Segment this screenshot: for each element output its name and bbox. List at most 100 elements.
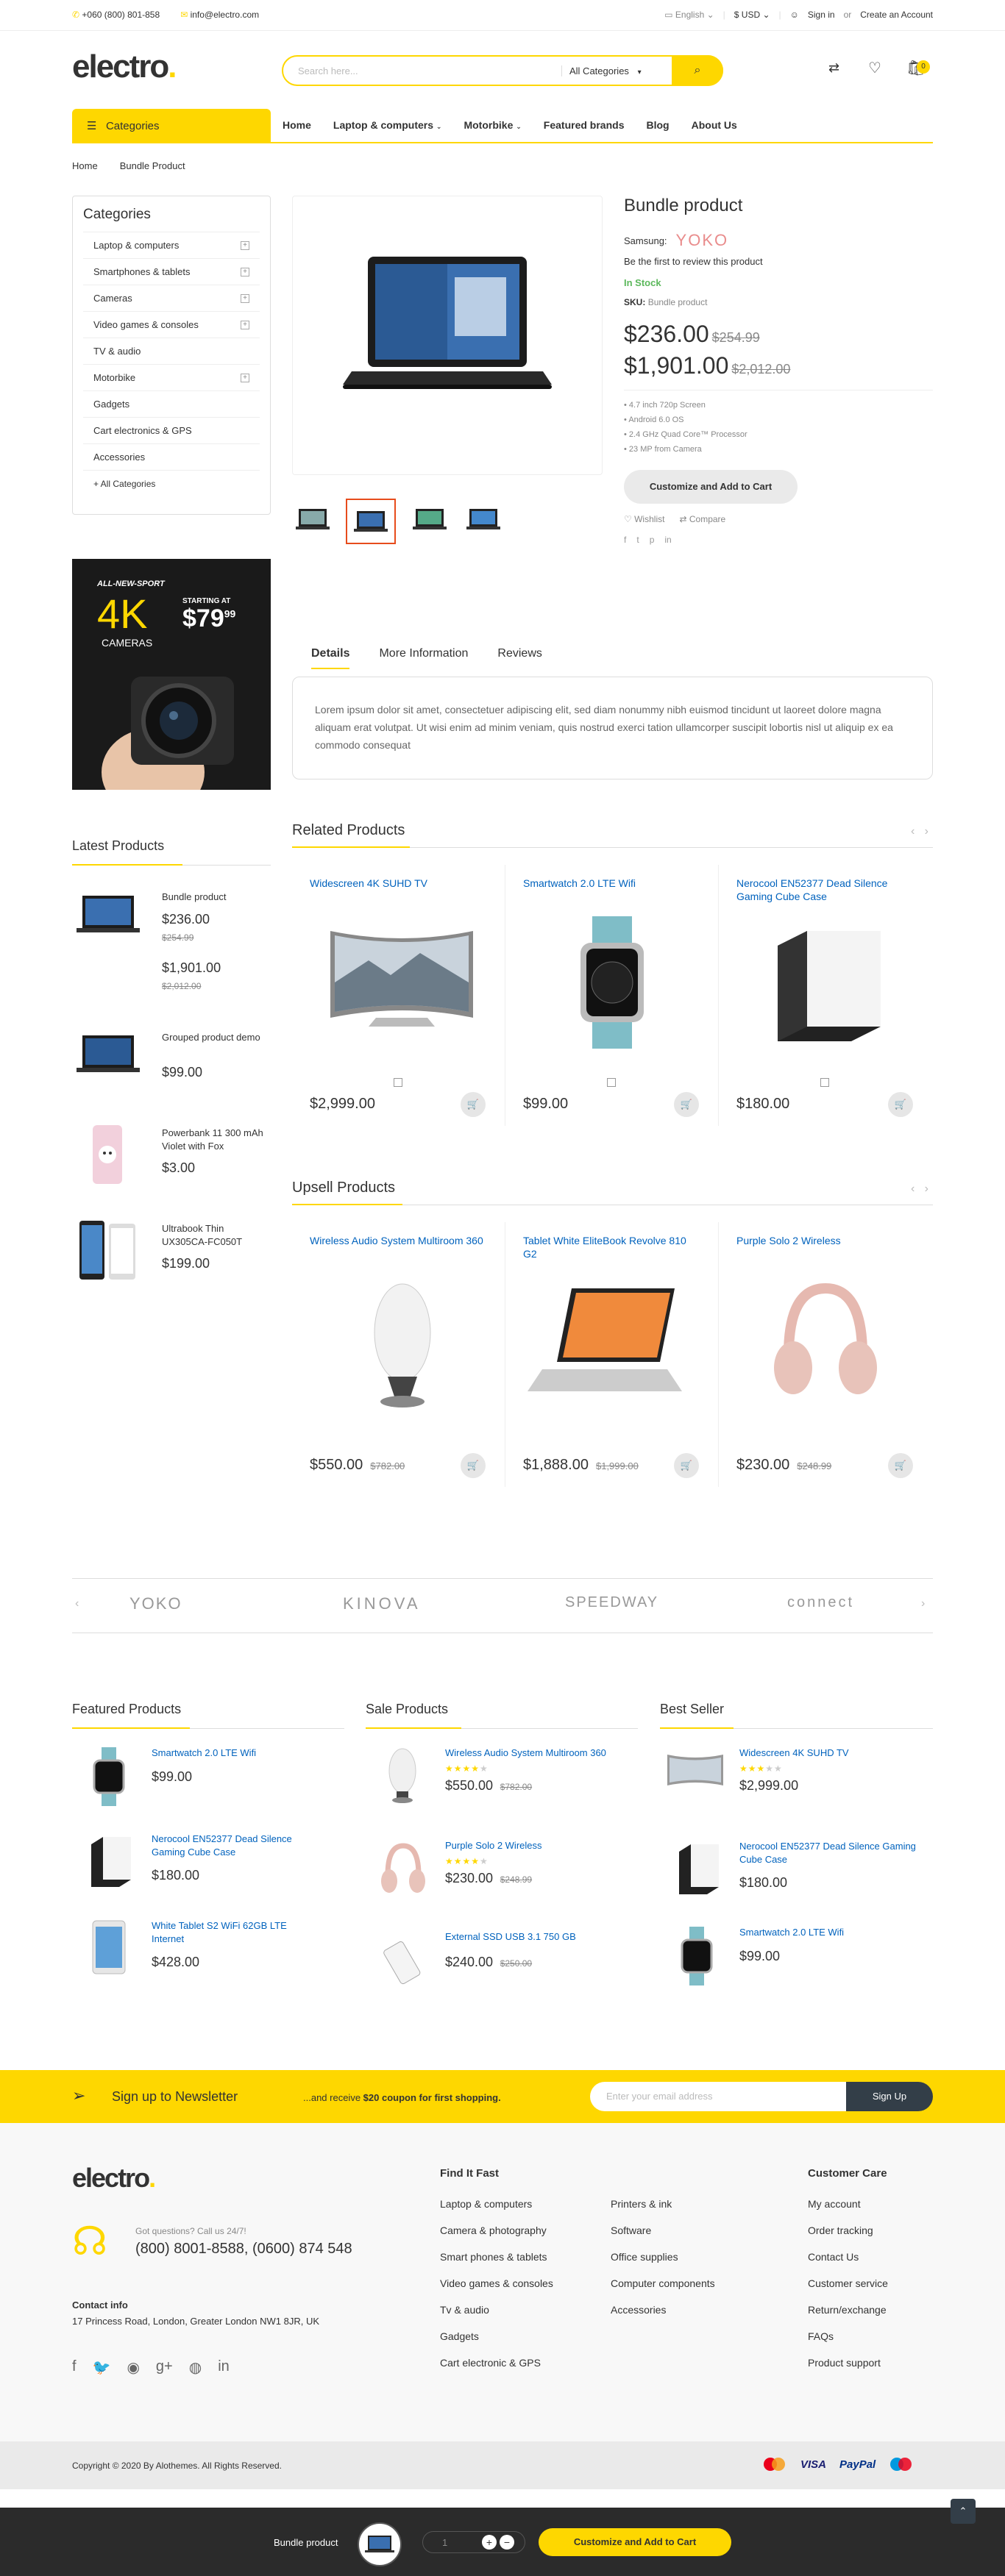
rss-icon[interactable]: ◉ [127,2358,139,2377]
sidebar-item-motorbike[interactable]: Motorbike + [83,364,260,390]
twitter-icon[interactable]: t [636,535,639,545]
nav-laptop[interactable]: Laptop & computers ⌄ [333,119,442,131]
add-to-cart-button[interactable]: 🛒 [674,1092,699,1117]
customize-add-to-cart-button[interactable]: Customize and Add to Cart [624,470,798,504]
sidebar-item-smartphones[interactable]: Smartphones & tablets + [83,258,260,285]
search-category-select[interactable]: All Categories ▾ [561,65,672,76]
language-select[interactable]: ▭ English ⌄ [664,10,714,20]
tab-more-info[interactable]: More Information [379,647,468,669]
tab-details[interactable]: Details [311,647,350,669]
footer-link[interactable]: Contact Us [808,2244,888,2270]
brand-logo[interactable]: YOKO [676,231,729,250]
brand-speedway[interactable]: SPEEDWAY [565,1594,658,1611]
sale-item-2[interactable]: Purple Solo 2 Wireless ★★★★★ $230.00 $24… [366,1835,638,1909]
search-input[interactable]: Search here... [283,65,561,76]
upsell-card-2[interactable]: Tablet White EliteBook Revolve 810 G2 $1… [505,1222,719,1487]
brand-yoko[interactable]: YOKO [129,1594,182,1613]
compare-checkbox[interactable] [607,1078,616,1087]
expand-icon[interactable]: + [241,373,249,382]
footer-link[interactable]: Tv & audio [440,2297,553,2323]
quantity-value[interactable]: 1 [442,2537,447,2548]
breadcrumb-home[interactable]: Home [72,160,98,171]
scroll-top-button[interactable]: ⌃ [951,2499,976,2524]
add-to-cart-button[interactable]: 🛒 [674,1453,699,1478]
thumbnail-4[interactable] [463,499,503,539]
product-name[interactable]: Purple Solo 2 Wireless [736,1234,913,1247]
create-account-link[interactable]: Create an Account [860,10,933,20]
categories-menu-button[interactable]: ☰ Categories [72,109,271,143]
footer-logo[interactable]: electro. [72,2163,156,2194]
footer-link[interactable]: Smart phones & tablets [440,2244,553,2270]
footer-link[interactable]: Camera & photography [440,2217,553,2244]
sidebar-all-categories[interactable]: + All Categories [83,470,260,496]
wishlist-link[interactable]: ♡ Wishlist [624,514,664,524]
chevron-right-icon[interactable]: › [925,825,928,838]
footer-link[interactable]: Accessories [611,2297,715,2323]
email-text[interactable]: info@electro.com [191,10,260,20]
sidebar-item-cameras[interactable]: Cameras + [83,285,260,311]
footer-link[interactable]: Printers & ink [611,2191,715,2217]
footer-link[interactable]: Cart electronic & GPS [440,2350,553,2376]
nav-about[interactable]: About Us [692,119,737,131]
facebook-icon[interactable]: f [624,535,626,545]
email-info[interactable]: ✉ info@electro.com [180,10,259,20]
sidebar-item-accessories[interactable]: Accessories [83,443,260,470]
sale-item-3[interactable]: External SSD USB 3.1 750 GB $240.00 $250… [366,1927,638,2000]
review-link[interactable]: Be the first to review this product [624,256,933,267]
product-name[interactable]: Wireless Audio System Multiroom 360 [445,1747,636,1758]
nav-home[interactable]: Home [283,119,311,131]
expand-icon[interactable]: + [241,240,249,250]
thumbnail-1[interactable] [292,499,333,539]
footer-link[interactable]: Gadgets [440,2323,553,2350]
product-name[interactable]: External SSD USB 3.1 750 GB [445,1931,636,1942]
latest-item-name[interactable]: Powerbank 11 300 mAh Violet with Fox [162,1127,265,1153]
minus-icon[interactable]: − [500,2535,514,2550]
dribbble-icon[interactable]: ◍ [189,2358,202,2377]
add-to-cart-button[interactable]: 🛒 [888,1453,913,1478]
compare-checkbox[interactable] [820,1078,829,1087]
add-to-cart-button[interactable]: 🛒 [461,1092,486,1117]
related-card-1[interactable]: Widescreen 4K SUHD TV $2,999.00 🛒 [292,865,505,1126]
pinterest-icon[interactable]: p [650,535,655,545]
product-name[interactable]: Wireless Audio System Multiroom 360 [310,1234,486,1247]
facebook-icon[interactable]: f [72,2358,77,2377]
related-card-2[interactable]: Smartwatch 2.0 LTE Wifi $99.00 🛒 [505,865,719,1126]
sale-item-1[interactable]: Wireless Audio System Multiroom 360 ★★★★… [366,1743,638,1816]
googleplus-icon[interactable]: g+ [156,2358,173,2377]
product-name[interactable]: Smartwatch 2.0 LTE Wifi [739,1927,923,1938]
nav-motorbike[interactable]: Motorbike ⌄ [464,119,521,131]
compare-checkbox[interactable] [394,1078,402,1087]
linkedin-icon[interactable]: in [664,535,671,545]
featured-item-2[interactable]: Nerocool EN52377 Dead Silence Gaming Cub… [72,1828,344,1902]
footer-link[interactable]: Computer components [611,2270,715,2297]
compare-link[interactable]: ⇄ Compare [679,514,725,524]
site-logo[interactable]: electro. [72,49,177,85]
thumbnail-2-active[interactable] [346,499,396,544]
newsletter-signup-button[interactable]: Sign Up [846,2082,933,2111]
chevron-right-icon[interactable]: › [921,1597,925,1610]
product-name[interactable]: Nerocool EN52377 Dead Silence Gaming Cub… [152,1833,321,1859]
product-name[interactable]: Tablet White EliteBook Revolve 810 G2 [523,1234,700,1260]
product-name[interactable]: White Tablet S2 WiFi 62GB LTE Internet [152,1919,321,1946]
tab-reviews[interactable]: Reviews [497,647,541,669]
chevron-left-icon[interactable]: ‹ [911,1182,915,1195]
footer-link[interactable]: Customer service [808,2270,888,2297]
related-card-3[interactable]: Nerocool EN52377 Dead Silence Gaming Cub… [719,865,932,1126]
expand-icon[interactable]: + [241,267,249,276]
featured-item-3[interactable]: White Tablet S2 WiFi 62GB LTE Internet $… [72,1915,344,1988]
signin-link[interactable]: Sign in [808,10,835,20]
footer-link[interactable]: Software [611,2217,715,2244]
footer-link[interactable]: Return/exchange [808,2297,888,2323]
currency-select[interactable]: $ USD ⌄ [734,10,770,20]
footer-link[interactable]: FAQs [808,2323,888,2350]
nav-brands[interactable]: Featured brands [544,119,625,131]
best-item-1[interactable]: Widescreen 4K SUHD TV ★★★★★ $2,999.00 [660,1743,933,1816]
linkedin-icon[interactable]: in [218,2358,230,2377]
sidebar-item-tv[interactable]: TV & audio [83,338,260,364]
sidebar-item-laptops[interactable]: Laptop & computers + [83,232,260,258]
best-item-2[interactable]: Nerocool EN52377 Dead Silence Gaming Cub… [660,1835,933,1909]
sidebar-item-gps[interactable]: Cart electronics & GPS [83,417,260,443]
best-item-3[interactable]: Smartwatch 2.0 LTE Wifi $99.00 [660,1922,933,1996]
plus-icon[interactable]: + [482,2535,497,2550]
latest-item-name[interactable]: Ultrabook Thin UX305CA-FC050T [162,1222,265,1249]
